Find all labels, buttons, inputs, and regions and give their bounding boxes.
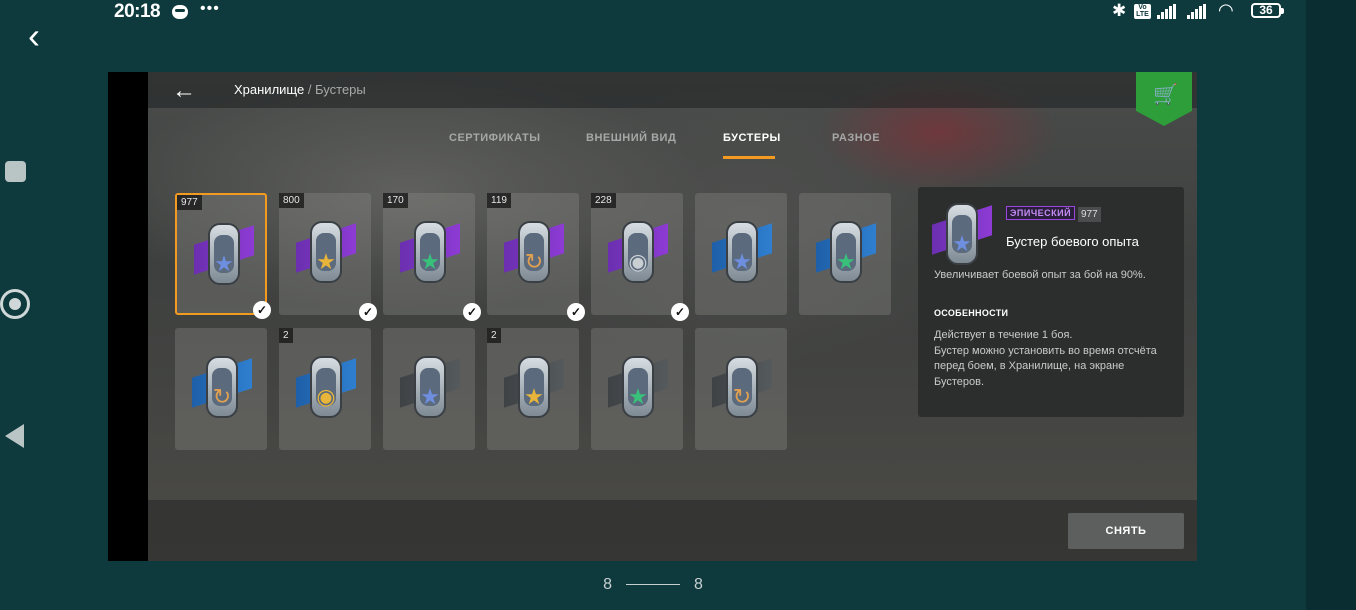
recent-apps-button[interactable] [5,161,26,182]
star-icon: ★ [524,384,544,409]
booster-info-panel: ★ ЭПИЧЕСКИЙ 977 Бустер боевого опыта Уве… [918,187,1184,417]
breadcrumb: Хранилище / Бустеры [234,82,366,97]
status-bar: 20:18 ••• ✱ Vo LTE ◠ 36 [0,0,1356,26]
booster-card[interactable]: ★ [695,193,787,315]
booster-card[interactable]: 2 ◉ [279,328,371,450]
wifi-icon: ◠ [1218,0,1234,20]
check-icon: ✓ [671,303,689,321]
page-indicator: 88 [0,576,1306,594]
booster-count: 800 [279,193,304,208]
booster-badge: ★ [816,221,876,285]
booster-count: 119 [487,193,511,208]
booster-info-badge: ★ [932,203,992,267]
coins-icon: ◉ [628,249,648,274]
booster-description: Увеличивает боевой опыт за бой на 90%. [934,269,1146,281]
tab-certificates[interactable]: СЕРТИФИКАТЫ [449,132,541,144]
booster-badge: ↻ [712,356,772,420]
booster-card[interactable]: 119 ↻ ✓ [487,193,585,321]
booster-badge: ★ [712,221,772,285]
star-icon: ★ [952,231,972,256]
volte-icon: Vo LTE [1134,4,1151,19]
tab-bar: СЕРТИФИКАТЫ ВНЕШНИЙ ВИД БУСТЕРЫ РАЗНОЕ [108,132,1197,162]
booster-badge: ◉ [608,221,668,285]
features-text: Действует в течение 1 боя. Бустер можно … [934,328,1174,390]
home-button[interactable] [0,289,30,319]
breadcrumb-parent[interactable]: Хранилище [234,82,304,97]
remove-button[interactable]: СНЯТЬ [1068,513,1184,549]
booster-card[interactable]: ★ [799,193,891,315]
star-icon: ★ [836,249,856,274]
star-icon: ★ [732,249,752,274]
battery-icon: 36 [1251,3,1284,18]
features-heading: ОСОБЕННОСТИ [934,308,1009,318]
breadcrumb-separator: / [304,82,316,97]
booster-count: 228 [591,193,616,208]
side-strip [1306,0,1356,610]
check-icon: ✓ [359,303,377,321]
cart-icon: 🛒 [1153,84,1178,106]
tab-boosters[interactable]: БУСТЕРЫ [723,132,781,144]
booster-badge: ★ [400,356,460,420]
booster-count: 2 [279,328,293,343]
coins-icon: ◉ [316,384,336,409]
booster-count: 977 [1078,207,1101,222]
back-arrow-icon[interactable]: ← [172,77,196,105]
star-icon: ★ [420,249,440,274]
check-icon: ✓ [253,301,271,319]
booster-badge: ★ [296,221,356,285]
more-notifications-icon: ••• [200,0,220,17]
booster-badge: ↻ [192,356,252,420]
star-icon: ★ [316,249,336,274]
features-line-1: Действует в течение 1 боя. [934,329,1073,341]
tab-misc[interactable]: РАЗНОЕ [832,132,880,144]
booster-card[interactable]: 2 ★ [487,328,579,450]
booster-count: 170 [383,193,408,208]
check-icon: ✓ [463,303,481,321]
booster-card[interactable]: ↻ [175,328,267,450]
booster-card[interactable]: 977 ★ ✓ [175,193,271,319]
cycle-icon: ↻ [524,249,544,274]
signal-icon [1157,4,1176,19]
star-icon: ★ [420,384,440,409]
rarity-badge: ЭПИЧЕСКИЙ [1006,206,1076,220]
signal-icon-2 [1187,4,1206,19]
booster-card[interactable]: 228 ◉ ✓ [591,193,689,321]
booster-badge: ★ [400,221,460,285]
page-right: 8 [694,576,703,593]
page-left: 8 [603,576,612,593]
active-tab-indicator [723,156,775,159]
breadcrumb-current: Бустеры [315,82,366,97]
booster-badge: ★ [194,223,254,287]
booster-card[interactable]: 170 ★ ✓ [383,193,481,321]
booster-card[interactable]: 800 ★ ✓ [279,193,377,321]
booster-name: Бустер боевого опыта [1006,234,1139,249]
booster-card[interactable]: ★ [591,328,683,450]
status-time: 20:18 [114,1,161,22]
bluetooth-icon: ✱ [1112,1,1127,20]
cycle-icon: ↻ [212,384,232,409]
booster-count: 2 [487,328,501,343]
cycle-icon: ↻ [732,384,752,409]
booster-badge: ◉ [296,356,356,420]
booster-card[interactable]: ★ [383,328,475,450]
check-icon: ✓ [567,303,585,321]
back-button[interactable] [5,424,24,448]
star-icon: ★ [214,251,234,276]
star-icon: ★ [628,384,648,409]
bottom-bar [148,500,1197,561]
tab-appearance[interactable]: ВНЕШНИЙ ВИД [586,132,676,144]
booster-badge: ↻ [504,221,564,285]
booster-card[interactable]: ↻ [695,328,787,450]
booster-badge: ★ [608,356,668,420]
features-line-2: Бустер можно установить во время отсчёта… [934,344,1157,388]
app-notification-icon [172,5,188,19]
back-chevron-icon[interactable]: ‹ [28,18,58,54]
booster-count: 977 [177,195,202,210]
game-window: ← Хранилище / Бустеры 🛒 СЕРТИФИКАТЫ ВНЕШ… [108,72,1197,561]
booster-badge: ★ [504,356,564,420]
